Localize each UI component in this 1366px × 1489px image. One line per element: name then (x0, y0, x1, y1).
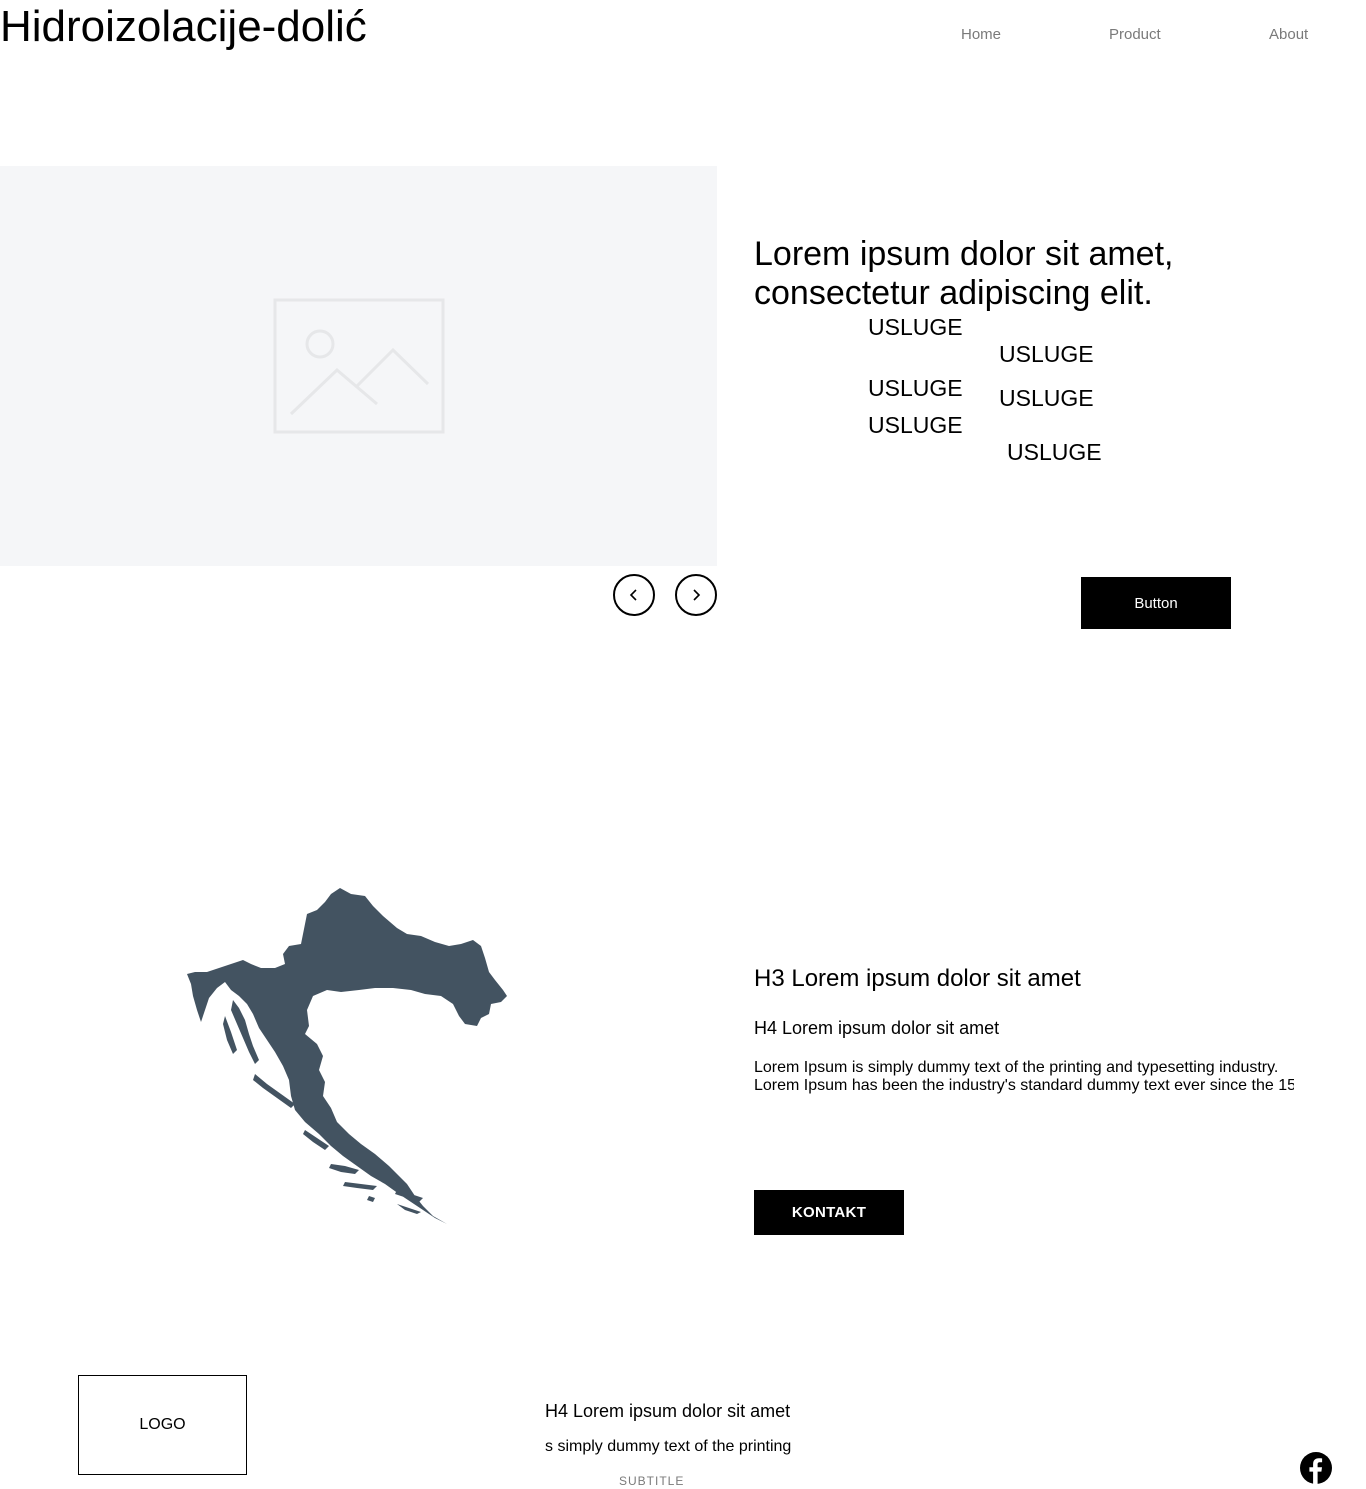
hero-button[interactable]: Button (1081, 577, 1231, 629)
nav-link-product[interactable]: Product (1109, 26, 1161, 43)
footer-text: s simply dummy text of the printing (545, 1438, 792, 1455)
footer-subtitle: SUBTITLE (619, 1474, 685, 1488)
service-item: USLUGE (868, 412, 963, 438)
site-title: Hidroizolacije-dolić (0, 2, 367, 51)
croatia-map (187, 888, 507, 1224)
paragraph-line: Lorem Ipsum is simply dummy text of the … (754, 1059, 1279, 1076)
service-item: USLUGE (1007, 439, 1102, 465)
service-item: USLUGE (999, 341, 1094, 367)
nav-link-home[interactable]: Home (961, 26, 1001, 43)
section-heading-h4: H4 Lorem ipsum dolor sit amet (754, 1018, 1000, 1038)
section-heading-h3: H3 Lorem ipsum dolor sit amet (754, 965, 1081, 992)
paragraph-line: Lorem Ipsum has been the industry's stan… (754, 1077, 1294, 1094)
nav-link-about[interactable]: About (1269, 26, 1308, 43)
service-item: USLUGE (868, 314, 963, 340)
service-item: USLUGE (999, 385, 1094, 411)
chevron-right-icon (693, 589, 701, 601)
footer-logo: LOGO (78, 1375, 247, 1475)
section-paragraph: Lorem Ipsum is simply dummy text of the … (754, 1059, 1294, 1095)
hero-heading-line2: consectetur adipiscing elit. (754, 274, 1153, 312)
image-placeholder-icon (273, 298, 445, 434)
slideshow-next-button[interactable] (675, 574, 717, 616)
chevron-left-icon (629, 589, 637, 601)
facebook-icon[interactable] (1300, 1452, 1332, 1484)
kontakt-button[interactable]: KONTAKT (754, 1190, 904, 1235)
slideshow-prev-button[interactable] (613, 574, 655, 616)
footer-heading: H4 Lorem ipsum dolor sit amet (545, 1401, 791, 1421)
service-item: USLUGE (868, 375, 963, 401)
hero-heading-line1: Lorem ipsum dolor sit amet, (754, 235, 1174, 273)
hero-heading: Lorem ipsum dolor sit amet, consectetur … (754, 235, 1314, 313)
